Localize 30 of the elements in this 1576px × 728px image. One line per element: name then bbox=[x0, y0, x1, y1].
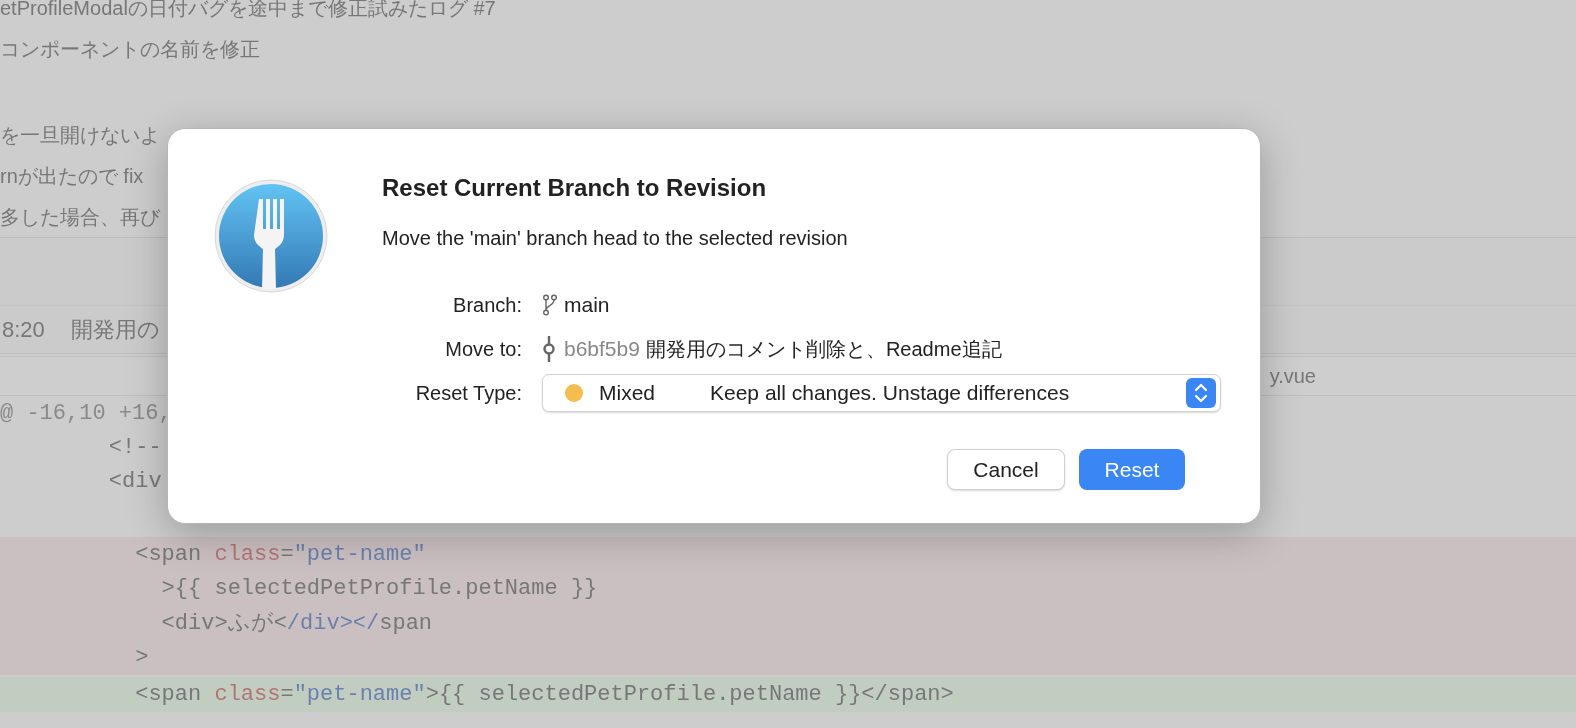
fork-icon bbox=[214, 179, 328, 293]
stepper-icon bbox=[1186, 378, 1216, 408]
commit-message[interactable]: を一旦開けないよ bbox=[0, 120, 160, 151]
code-line: <div bbox=[107, 468, 162, 497]
code-line: <span class="pet-name" bbox=[134, 540, 426, 569]
code-line: <!-- bbox=[107, 433, 162, 462]
commit-message[interactable]: 開発用の bbox=[70, 313, 160, 346]
file-name: y.vue bbox=[1269, 364, 1316, 389]
branch-icon bbox=[542, 294, 558, 316]
commit-message: 開発用のコメント削除と、Readme追記 bbox=[645, 337, 1002, 362]
commit-icon bbox=[542, 336, 556, 362]
cancel-button[interactable]: Cancel bbox=[947, 449, 1065, 490]
branch-name: main bbox=[564, 292, 610, 319]
field-label: Move to: bbox=[444, 337, 522, 362]
dialog-subtitle: Move the 'main' branch head to the selected revision bbox=[382, 226, 849, 251]
reset-button[interactable]: Reset bbox=[1079, 449, 1185, 490]
code-line: <span class="pet-name">{{ selectedPetProfile.petName }}</span> bbox=[134, 680, 954, 709]
commit-message[interactable]: コンポーネントの名前を修正 bbox=[0, 33, 260, 64]
dialog-title: Reset Current Branch to Revision bbox=[382, 173, 768, 203]
code-line: > bbox=[134, 644, 149, 673]
field-label: Branch: bbox=[452, 293, 522, 318]
code-line: >{{ selectedPetProfile.petName }} bbox=[160, 575, 598, 604]
commit-message[interactable]: rnが出たので fix bbox=[0, 161, 144, 192]
code-line: <div>ふが</div></span bbox=[160, 609, 433, 638]
commit-time[interactable]: 8:20 bbox=[2, 313, 45, 346]
commit-hash: b6bf5b9 bbox=[564, 336, 640, 363]
field-label: Reset Type: bbox=[414, 381, 522, 406]
hunk-header: @ -16,10 +16, bbox=[0, 399, 172, 428]
commit-message[interactable]: 多した場合、再び bbox=[0, 201, 160, 232]
reset-type-popup[interactable]: Mixed Keep all changes. Unstage differences bbox=[542, 374, 1221, 412]
